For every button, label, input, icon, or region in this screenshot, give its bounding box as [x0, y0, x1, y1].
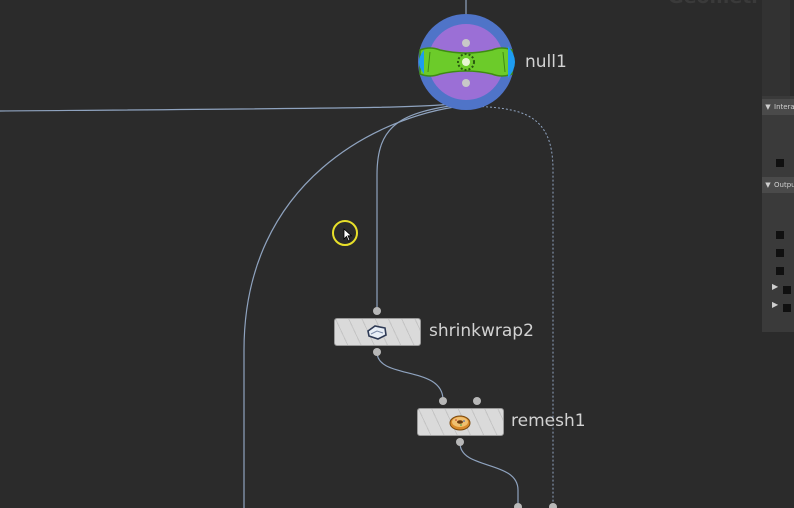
null1-right-cap: [508, 46, 515, 78]
wire-null1-to-left[interactable]: [0, 101, 467, 112]
shrinkwrap2-input-dot[interactable]: [373, 307, 381, 315]
remesh1-output-dot[interactable]: [456, 438, 464, 446]
offscreen-node-input-dot-1[interactable]: [514, 503, 522, 508]
mouse-pointer-icon: [343, 228, 353, 242]
wires-layer: [0, 0, 554, 508]
null1-label[interactable]: null1: [525, 52, 567, 72]
shrinkwrap2-label[interactable]: shrinkwrap2: [429, 321, 534, 341]
section-header-interactive[interactable]: ▼Interactive: [762, 99, 794, 115]
parameter-panel: ▼Interactive ▼Output ▶ ▶: [762, 0, 794, 508]
output-checkbox-5[interactable]: [783, 304, 791, 312]
output-checkbox-3[interactable]: [776, 267, 784, 275]
panel-empty-area: [762, 332, 794, 508]
panel-top-strip: [762, 0, 794, 96]
interactive-checkbox[interactable]: [776, 159, 784, 167]
remesh1-label[interactable]: remesh1: [511, 411, 586, 431]
null1-input-dot[interactable]: [462, 39, 470, 47]
shrinkwrap-icon: [367, 325, 387, 340]
remesh1-node[interactable]: [417, 408, 504, 436]
shrinkwrap2-node[interactable]: [334, 318, 421, 346]
wire-shrinkwrap2-to-remesh1[interactable]: [376, 351, 444, 401]
output-checkbox-2[interactable]: [776, 249, 784, 257]
null1-output-dot[interactable]: [462, 79, 470, 87]
expand-arrow-icon[interactable]: ▶: [772, 282, 778, 291]
collapse-triangle-icon: ▼: [765, 181, 771, 189]
wire-null1-dotted[interactable]: [469, 105, 554, 508]
section-header-output[interactable]: ▼Output: [762, 177, 794, 193]
remesh1-input-dot-2[interactable]: [473, 397, 481, 405]
null1-node[interactable]: [418, 14, 515, 110]
wire-null1-to-shrinkwrap2[interactable]: [376, 103, 465, 310]
output-checkbox-4[interactable]: [783, 286, 791, 294]
wire-null1-to-bottom[interactable]: [243, 105, 463, 508]
expand-arrow-icon[interactable]: ▶: [772, 300, 778, 309]
offscreen-node-input-dot-2[interactable]: [549, 503, 557, 508]
remesh1-input-dot-1[interactable]: [439, 397, 447, 405]
shrinkwrap2-output-dot[interactable]: [373, 348, 381, 356]
network-editor[interactable]: Geometry null1: [0, 0, 762, 508]
wire-remesh1-to-bottom[interactable]: [459, 442, 519, 508]
remesh-donut-icon: [449, 415, 471, 431]
collapse-triangle-icon: ▼: [765, 103, 771, 111]
output-checkbox-1[interactable]: [776, 231, 784, 239]
